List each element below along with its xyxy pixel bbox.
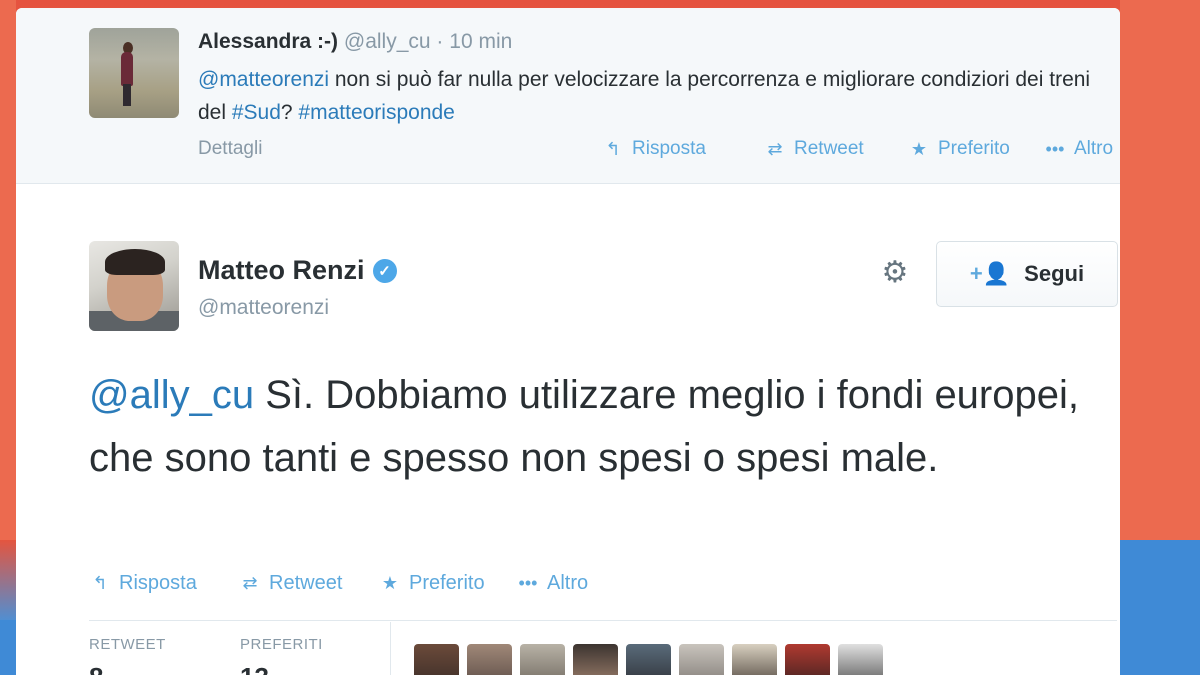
user-avatar[interactable] (679, 644, 724, 675)
gear-icon[interactable]: ⚙ (878, 256, 912, 290)
more-button[interactable]: ••• Altro (517, 572, 589, 595)
reply-arrow-icon: ↰ (605, 138, 621, 159)
favorite-label: Preferito (409, 572, 485, 594)
timestamp[interactable]: 10 min (449, 30, 512, 53)
tweet-card: Alessandra :-) @ally_cu · 10 min @matteo… (16, 8, 1120, 675)
user-avatar[interactable] (838, 644, 883, 675)
tweet-author[interactable]: Matteo Renzi ✓ (198, 255, 397, 286)
favorite-button[interactable]: ★ Preferito (908, 138, 1010, 160)
user-avatar[interactable] (573, 644, 618, 675)
retweet-button[interactable]: ⇄ Retweet (764, 138, 864, 160)
text-segment: ? (280, 101, 299, 124)
more-label: Altro (547, 572, 589, 594)
retweet-label: Retweet (794, 138, 864, 159)
tweet-actions: ↰ Risposta ⇄ Retweet ★ Preferito ••• Alt… (89, 572, 789, 600)
parent-tweet-header: Alessandra :-) @ally_cu · 10 min (198, 30, 512, 54)
ellipsis-icon: ••• (518, 573, 538, 593)
retweets-stat-label: RETWEET (89, 636, 166, 653)
user-avatar[interactable] (732, 644, 777, 675)
background-left-bottom (0, 620, 16, 675)
reply-button[interactable]: ↰ Risposta (602, 138, 706, 160)
author-name[interactable]: Matteo Renzi (198, 255, 365, 286)
tweet-text: @ally_cu Sì. Dobbiamo utilizzare meglio … (89, 364, 1089, 490)
favorite-label: Preferito (938, 138, 1010, 159)
retweet-button[interactable]: ⇄ Retweet (239, 572, 342, 595)
retweet-icon: ⇄ (767, 138, 783, 159)
user-avatar[interactable] (467, 644, 512, 675)
parent-tweet-text: @matteorenzi non si può far nulla per ve… (198, 63, 1098, 129)
reply-label: Risposta (119, 572, 197, 594)
avatar-alessandra[interactable] (89, 28, 179, 118)
mention-link[interactable]: @matteorenzi (198, 68, 329, 91)
user-avatar[interactable] (520, 644, 565, 675)
retweet-icon: ⇄ (242, 573, 258, 593)
hashtag-link[interactable]: #Sud (232, 101, 281, 124)
avatar-matteo-renzi[interactable] (89, 241, 179, 331)
favorites-stat-label: PREFERITI (240, 636, 323, 653)
author-handle[interactable]: @matteorenzi (198, 296, 329, 320)
background-left (0, 0, 16, 540)
stats-separator (390, 622, 391, 675)
star-icon: ★ (381, 573, 399, 593)
follow-button[interactable]: +👤 Segui (936, 241, 1118, 307)
divider (89, 620, 1117, 621)
mention-link[interactable]: @ally_cu (89, 373, 254, 417)
parent-tweet[interactable]: Alessandra :-) @ally_cu · 10 min @matteo… (16, 8, 1120, 184)
more-label: Altro (1074, 138, 1114, 159)
background-right-bottom (1120, 540, 1200, 675)
add-user-icon: +👤 (969, 261, 1011, 286)
reply-label: Risposta (632, 138, 706, 159)
author-handle[interactable]: @ally_cu (344, 30, 431, 53)
retweets-stat-value[interactable]: 8 (89, 662, 103, 675)
background-right (1120, 0, 1200, 540)
more-button[interactable]: ••• Altro (1044, 138, 1114, 160)
retweet-label: Retweet (269, 572, 343, 594)
reply-button[interactable]: ↰ Risposta (89, 572, 197, 595)
parent-tweet-actions: Dettagli ↰ Risposta ⇄ Retweet ★ Preferit… (198, 138, 1118, 162)
favorites-stat-value[interactable]: 13 (240, 662, 269, 675)
verified-badge-icon: ✓ (372, 258, 397, 283)
reply-arrow-icon: ↰ (92, 573, 108, 593)
follow-label: Segui (1024, 261, 1085, 286)
favorite-button[interactable]: ★ Preferito (379, 572, 485, 595)
details-link[interactable]: Dettagli (198, 138, 262, 160)
user-avatar[interactable] (414, 644, 459, 675)
user-avatar[interactable] (626, 644, 671, 675)
favorited-by-avatars (414, 644, 883, 675)
star-icon: ★ (910, 138, 928, 159)
author-name[interactable]: Alessandra :-) (198, 30, 338, 53)
separator: · (436, 30, 444, 53)
ellipsis-icon: ••• (1045, 138, 1065, 159)
user-avatar[interactable] (785, 644, 830, 675)
hashtag-link[interactable]: #matteorisponde (298, 101, 454, 124)
